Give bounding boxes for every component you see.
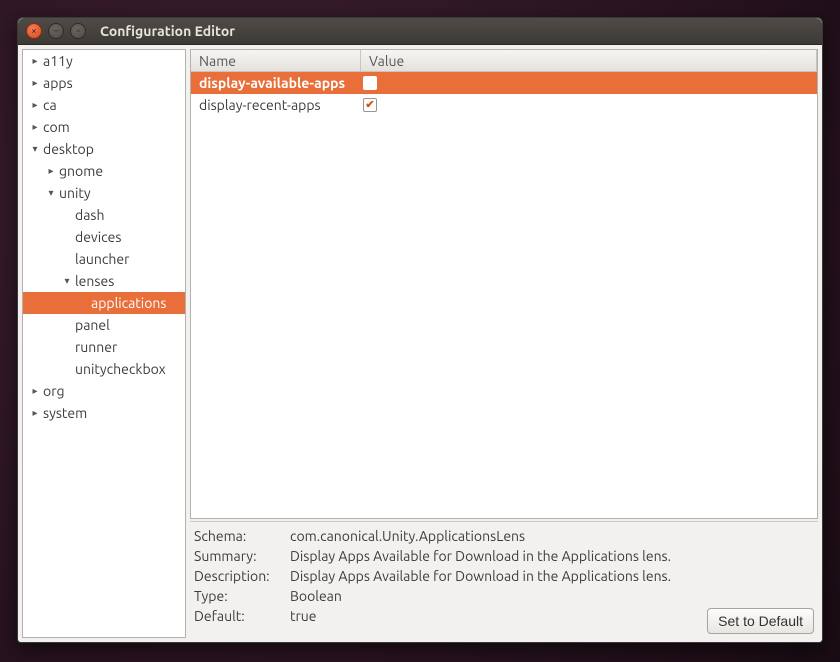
checkbox-icon[interactable]	[363, 76, 377, 90]
key-name: display-recent-apps	[191, 97, 361, 113]
chevron-down-icon[interactable]: ▾	[29, 143, 41, 155]
schema-tree[interactable]: ▸a11y▸apps▸ca▸com▾desktop▸gnome▾unitydas…	[22, 49, 186, 638]
tree-item-label: ca	[41, 97, 57, 113]
tree-item-ca[interactable]: ▸ca	[23, 94, 185, 116]
type-value: Boolean	[290, 588, 701, 604]
content-area: ▸a11y▸apps▸ca▸com▾desktop▸gnome▾unitydas…	[18, 45, 822, 642]
tree-item-label: org	[41, 383, 65, 399]
tree-item-unitycheckbox[interactable]: unitycheckbox	[23, 358, 185, 380]
keys-table: Name Value display-available-appsdisplay…	[190, 49, 818, 519]
chevron-right-icon[interactable]: ▸	[29, 385, 41, 397]
description-label: Description:	[194, 568, 284, 584]
default-label: Default:	[194, 608, 284, 624]
tree-item-label: desktop	[41, 141, 94, 157]
key-name: display-available-apps	[191, 75, 361, 91]
chevron-right-icon[interactable]: ▸	[29, 77, 41, 89]
chevron-right-icon[interactable]: ▸	[29, 407, 41, 419]
tree-item-system[interactable]: ▸system	[23, 402, 185, 424]
key-value[interactable]	[361, 76, 817, 90]
tree-item-gnome[interactable]: ▸gnome	[23, 160, 185, 182]
details-pane: Schema: com.canonical.Unity.Applications…	[190, 521, 818, 638]
tree-item-lenses[interactable]: ▾lenses	[23, 270, 185, 292]
default-value: true	[290, 608, 701, 624]
tree-item-org[interactable]: ▸org	[23, 380, 185, 402]
titlebar[interactable]: × – ▫ Configuration Editor	[18, 18, 822, 45]
maximize-icon[interactable]: ▫	[70, 23, 86, 39]
tree-item-label: devices	[73, 229, 121, 245]
tree-item-apps[interactable]: ▸apps	[23, 72, 185, 94]
chevron-right-icon[interactable]: ▸	[45, 165, 57, 177]
type-label: Type:	[194, 588, 284, 604]
tree-item-label: runner	[73, 339, 117, 355]
check-icon: ✔	[365, 100, 374, 111]
minimize-icon[interactable]: –	[48, 23, 64, 39]
summary-value: Display Apps Available for Download in t…	[290, 548, 701, 564]
table-row[interactable]: display-recent-apps ✔	[191, 94, 817, 116]
tree-item-label: applications	[89, 295, 166, 311]
tree-item-applications[interactable]: applications	[23, 292, 185, 314]
chevron-right-icon[interactable]: ▸	[29, 121, 41, 133]
tree-item-label: a11y	[41, 53, 73, 69]
table-body: display-available-apps display-recent-app…	[191, 72, 817, 518]
tree-item-label: unity	[57, 185, 91, 201]
window: × – ▫ Configuration Editor ▸a11y▸apps▸ca…	[17, 17, 823, 643]
tree-item-label: dash	[73, 207, 104, 223]
key-value[interactable]: ✔	[361, 98, 817, 112]
tree-item-dash[interactable]: dash	[23, 204, 185, 226]
tree-item-a11y[interactable]: ▸a11y	[23, 50, 185, 72]
chevron-down-icon[interactable]: ▾	[61, 275, 73, 287]
chevron-right-icon[interactable]: ▸	[29, 99, 41, 111]
chevron-down-icon[interactable]: ▾	[45, 187, 57, 199]
schema-value: com.canonical.Unity.ApplicationsLens	[290, 528, 701, 544]
tree-item-com[interactable]: ▸com	[23, 116, 185, 138]
tree-item-label: system	[41, 405, 87, 421]
tree-item-desktop[interactable]: ▾desktop	[23, 138, 185, 160]
tree-item-label: gnome	[57, 163, 103, 179]
right-pane: Name Value display-available-appsdisplay…	[190, 49, 818, 638]
column-value[interactable]: Value	[361, 50, 817, 71]
tree-item-label: panel	[73, 317, 110, 333]
tree-item-devices[interactable]: devices	[23, 226, 185, 248]
tree-item-label: apps	[41, 75, 73, 91]
tree-item-unity[interactable]: ▾unity	[23, 182, 185, 204]
tree-item-runner[interactable]: runner	[23, 336, 185, 358]
schema-label: Schema:	[194, 528, 284, 544]
tree-item-label: com	[41, 119, 70, 135]
checkbox-icon[interactable]: ✔	[363, 98, 377, 112]
table-row[interactable]: display-available-apps	[191, 72, 817, 94]
set-to-default-button[interactable]: Set to Default	[707, 608, 814, 634]
tree-item-launcher[interactable]: launcher	[23, 248, 185, 270]
close-icon[interactable]: ×	[26, 23, 42, 39]
chevron-right-icon[interactable]: ▸	[29, 55, 41, 67]
summary-label: Summary:	[194, 548, 284, 564]
tree-item-panel[interactable]: panel	[23, 314, 185, 336]
window-title: Configuration Editor	[100, 23, 235, 39]
tree-item-label: lenses	[73, 273, 114, 289]
column-name[interactable]: Name	[191, 50, 361, 71]
description-value: Display Apps Available for Download in t…	[290, 568, 701, 584]
tree-item-label: unitycheckbox	[73, 361, 166, 377]
table-header: Name Value	[191, 50, 817, 72]
tree-item-label: launcher	[73, 251, 129, 267]
